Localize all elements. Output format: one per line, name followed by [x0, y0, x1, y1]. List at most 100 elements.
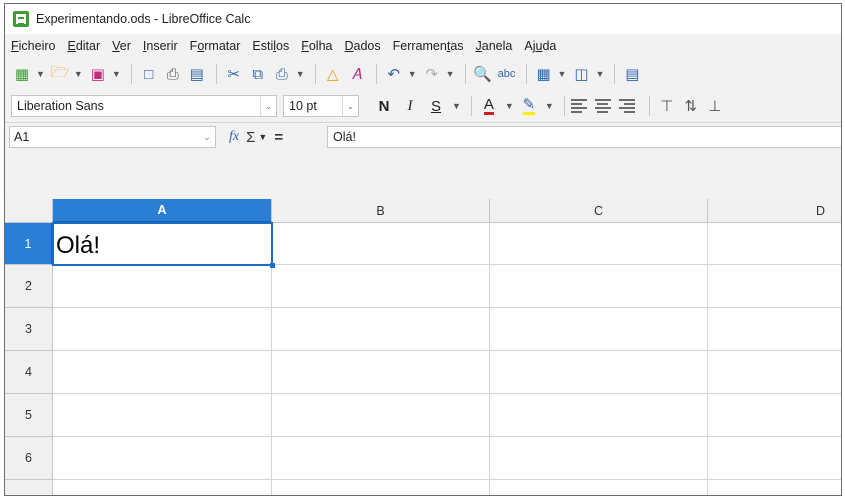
cell-d5[interactable]: [708, 394, 841, 437]
menu-inserir[interactable]: Inserir: [143, 39, 178, 53]
menu-formatar[interactable]: Formatar: [190, 39, 241, 53]
column-header-c[interactable]: C: [490, 199, 708, 223]
bold-button[interactable]: N: [373, 94, 395, 118]
menu-folha[interactable]: Folha: [301, 39, 332, 53]
chevron-down-icon[interactable]: ⌄: [342, 96, 358, 116]
menu-estilos[interactable]: Estilos: [252, 39, 289, 53]
menu-ajuda[interactable]: Ajuda: [524, 39, 556, 53]
cell-c1[interactable]: [490, 223, 708, 265]
sum-icon[interactable]: Σ: [246, 129, 255, 146]
row-header-5[interactable]: 5: [5, 394, 53, 437]
highlight-button[interactable]: ✎: [518, 94, 540, 118]
menu-editar[interactable]: Editar: [67, 39, 100, 53]
print-preview-icon[interactable]: ▤: [186, 62, 208, 86]
cell-c3[interactable]: [490, 308, 708, 351]
column-header-a[interactable]: A: [53, 199, 272, 223]
row-header-3[interactable]: 3: [5, 308, 53, 351]
italic-button[interactable]: I: [399, 94, 421, 118]
chevron-down-icon[interactable]: ⌄: [260, 96, 276, 116]
save-icon[interactable]: ▣: [87, 62, 109, 86]
cell-c2[interactable]: [490, 265, 708, 308]
column-icon[interactable]: ◫: [570, 62, 592, 86]
font-name-box[interactable]: Liberation Sans ⌄: [11, 95, 277, 117]
cell-a1[interactable]: Olá!: [53, 223, 272, 265]
row-dropdown-icon[interactable]: ▼: [558, 69, 567, 79]
cell-a5[interactable]: [53, 394, 272, 437]
font-color-dropdown-icon[interactable]: ▼: [505, 101, 514, 111]
align-top-icon[interactable]: ⊤: [656, 94, 678, 118]
autofill-handle[interactable]: [270, 263, 275, 268]
row-header-1[interactable]: 1: [5, 223, 53, 265]
center-vertically-icon[interactable]: ⇅: [680, 94, 702, 118]
find-replace-icon[interactable]: 🔍: [472, 62, 494, 86]
export-pdf-icon[interactable]: □: [138, 62, 160, 86]
align-right-icon[interactable]: [618, 99, 635, 113]
save-dropdown-icon[interactable]: ▼: [112, 69, 121, 79]
highlight-dropdown-icon[interactable]: ▼: [545, 101, 554, 111]
cell-a3[interactable]: [53, 308, 272, 351]
cell-d1[interactable]: [708, 223, 841, 265]
sum-dropdown-icon[interactable]: ▼: [258, 132, 267, 142]
column-header-b[interactable]: B: [272, 199, 490, 223]
name-box[interactable]: A1 ⌄: [9, 126, 216, 148]
select-all-corner[interactable]: [5, 199, 53, 223]
cell-b1[interactable]: [272, 223, 490, 265]
cell-b4[interactable]: [272, 351, 490, 394]
menu-ver[interactable]: Ver: [112, 39, 131, 53]
align-center-icon[interactable]: [594, 99, 611, 113]
new-spreadsheet-icon[interactable]: ▦: [11, 62, 33, 86]
row-header-7[interactable]: [5, 480, 53, 495]
clone-formatting-icon[interactable]: △: [322, 62, 344, 86]
cell-d6[interactable]: [708, 437, 841, 480]
column-header-d[interactable]: D: [708, 199, 841, 223]
chevron-down-icon[interactable]: ⌄: [199, 127, 215, 147]
underline-button[interactable]: S: [425, 94, 447, 118]
row-icon[interactable]: ▦: [533, 62, 555, 86]
font-size-box[interactable]: 10 pt ⌄: [283, 95, 359, 117]
row-header-4[interactable]: 4: [5, 351, 53, 394]
spelling-icon[interactable]: abc: [496, 62, 518, 86]
paste-dropdown-icon[interactable]: ▼: [296, 69, 305, 79]
cell-a6[interactable]: [53, 437, 272, 480]
undo-icon[interactable]: ↶: [383, 62, 405, 86]
align-bottom-icon[interactable]: ⊥: [704, 94, 726, 118]
cell-b5[interactable]: [272, 394, 490, 437]
open-folder-icon[interactable]: 🗁: [49, 62, 71, 86]
cut-icon[interactable]: ✂: [223, 62, 245, 86]
redo-icon[interactable]: ↷: [421, 62, 443, 86]
cell-c6[interactable]: [490, 437, 708, 480]
copy-icon[interactable]: ⧉: [247, 62, 269, 86]
cell-c7[interactable]: [490, 480, 708, 495]
row-header-6[interactable]: 6: [5, 437, 53, 480]
column-dropdown-icon[interactable]: ▼: [595, 69, 604, 79]
menu-dados[interactable]: Dados: [345, 39, 381, 53]
paste-icon[interactable]: ⎙: [271, 62, 293, 86]
cell-d2[interactable]: [708, 265, 841, 308]
cell-d7[interactable]: [708, 480, 841, 495]
function-wizard-icon[interactable]: fx: [229, 129, 239, 145]
align-left-icon[interactable]: [570, 99, 587, 113]
redo-dropdown-icon[interactable]: ▼: [446, 69, 455, 79]
font-color-button[interactable]: A: [478, 94, 500, 118]
cell-c4[interactable]: [490, 351, 708, 394]
print-icon[interactable]: ⎙: [162, 62, 184, 86]
menu-janela[interactable]: Janela: [476, 39, 513, 53]
new-dropdown-icon[interactable]: ▼: [36, 69, 45, 79]
cell-a7[interactable]: [53, 480, 272, 495]
cell-b7[interactable]: [272, 480, 490, 495]
chart-icon[interactable]: ▤: [621, 62, 643, 86]
cell-d4[interactable]: [708, 351, 841, 394]
clear-formatting-icon[interactable]: 𝐴: [346, 62, 368, 86]
open-dropdown-icon[interactable]: ▼: [74, 69, 83, 79]
formula-input[interactable]: Olá!: [327, 126, 841, 148]
cell-d3[interactable]: [708, 308, 841, 351]
cell-a2[interactable]: [53, 265, 272, 308]
cell-b3[interactable]: [272, 308, 490, 351]
formula-equals-icon[interactable]: =: [274, 129, 283, 146]
row-header-2[interactable]: 2: [5, 265, 53, 308]
cell-b2[interactable]: [272, 265, 490, 308]
cell-c5[interactable]: [490, 394, 708, 437]
cell-b6[interactable]: [272, 437, 490, 480]
menu-ferramentas[interactable]: Ferramentas: [393, 39, 464, 53]
underline-dropdown-icon[interactable]: ▼: [452, 101, 461, 111]
